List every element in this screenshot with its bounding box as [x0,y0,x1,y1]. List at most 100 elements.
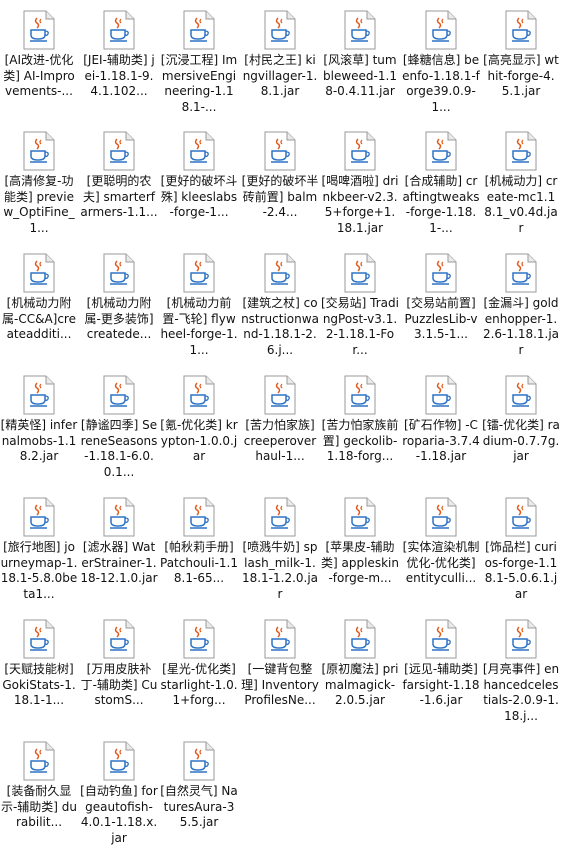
file-item[interactable]: [沉浸工程] ImmersiveEngineering-1.18.1-... [160,4,238,122]
file-item[interactable]: [喷溅牛奶] splash_milk-1.18.1-1.2.0.jar [241,491,319,609]
file-item[interactable]: [苦力怕家族前置] geckolib-1.18-forg... [321,369,399,487]
java-jar-file-icon [425,10,457,50]
file-name-label: [更好的破坏半砖前置] balm-2.4... [241,174,319,219]
file-item[interactable]: [喝啤酒啦] drinkbeer-v2.3.5+forge+1.18.1.jar [321,125,399,243]
java-jar-file-icon [183,131,215,171]
file-name-label: [万用皮肤补丁-辅助类] CustomS... [80,662,158,707]
java-jar-file-icon [23,619,55,659]
file-item[interactable]: [实体渲染机制优化-优化类] entityculli... [402,491,480,609]
file-item[interactable]: [交易站] TradingPost-v3.1.2-1.18.1-For... [321,247,399,365]
file-name-label: [合成辅助] craftingtweaks-forge-1.18.1-... [402,174,480,235]
file-name-label: [天赋技能树] GokiStats-1.18.1-1... [2,662,76,707]
file-name-label: [一键背包整理] InventoryProfilesNe... [241,662,319,707]
file-item[interactable]: [远见-辅助类] farsight-1.18-1.6.jar [402,613,480,731]
file-name-label: [村民之王] kingvillager-1.8.1.jar [242,53,318,98]
java-jar-file-icon [425,619,457,659]
file-item[interactable]: [滤水器] WaterStrainer-1.18-12.1.0.jar [80,491,158,609]
file-item[interactable]: [星光-优化类] starlight-1.0.1+forg... [160,613,238,731]
file-item[interactable]: [合成辅助] craftingtweaks-forge-1.18.1-... [402,125,480,243]
file-item[interactable]: [更好的破坏半砖前置] balm-2.4... [241,125,319,243]
file-name-label: [精英怪] infernalmobs-1.18.2.jar [0,418,78,463]
file-name-label: [苹果皮-辅助类] appleskin-forge-m... [321,540,399,585]
file-name-label: [机械动力前置-飞轮] flywheel-forge-1.1... [160,296,238,357]
java-jar-file-icon [505,497,537,537]
file-item[interactable]: [苦力怕家族] creeperoverhaul-1... [241,369,319,487]
file-name-label: [苦力怕家族前置] geckolib-1.18-forg... [321,418,399,463]
file-name-label: [喷溅牛奶] splash_milk-1.18.1-1.2.0.jar [241,540,319,601]
file-name-label: [喝啤酒啦] drinkbeer-v2.3.5+forge+1.18.1.jar [321,174,399,235]
java-jar-file-icon [23,10,55,50]
file-item[interactable]: [AI改进-优化类] AI-Improvements-... [0,4,78,122]
file-item[interactable]: [蜂糖信息] beenfo-1.18.1-forge39.0.9-1... [402,4,480,122]
java-jar-file-icon [103,253,135,293]
java-jar-file-icon [183,10,215,50]
file-item[interactable]: [帕秋莉手册] Patchouli-1.18.1-65... [160,491,238,609]
file-item[interactable]: [镭-优化类] radium-0.7.7g.jar [482,369,560,487]
java-jar-file-icon [425,497,457,537]
java-jar-file-icon [505,375,537,415]
java-jar-file-icon [344,131,376,171]
file-item[interactable]: [装备耐久显示-辅助类] durabilit... [0,735,78,853]
file-name-label: [沉浸工程] ImmersiveEngineering-1.18.1-... [160,53,238,114]
file-item[interactable]: [机械动力附属-更多装饰] createde... [80,247,158,365]
file-item[interactable]: [氪-优化类] krypton-1.0.0.jar [160,369,238,487]
file-name-label: [实体渲染机制优化-优化类] entityculli... [402,540,480,585]
file-name-label: [机械动力附属-CC&A]createadditi... [2,296,76,341]
file-item[interactable]: [高亮显示] wthit-forge-4.5.1.jar [482,4,560,122]
file-item[interactable]: [静谧四季] SereneSeasons-1.18.1-6.0.0.1... [80,369,158,487]
file-item[interactable]: [自动钓鱼] forgeautofish-4.0.1-1.18.x.jar [80,735,158,853]
file-name-label: [原初魔法] primalmagick-2.0.5.jar [321,662,399,707]
file-name-label: [矿石作物] -Croparia-3.7.4-1.18.jar [402,418,480,463]
java-jar-file-icon [183,741,215,781]
java-jar-file-icon [344,10,376,50]
file-name-label: [月亮事件] enhancedcelestials-2.0.9-1.18.j..… [482,662,560,723]
file-item[interactable]: [一键背包整理] InventoryProfilesNe... [241,613,319,731]
java-jar-file-icon [103,741,135,781]
java-jar-file-icon [23,497,55,537]
file-name-label: [高清修复-功能类] preview_OptiFine_1... [3,174,75,235]
file-item[interactable]: [机械动力附属-CC&A]createadditi... [0,247,78,365]
file-item[interactable]: [风滚草] tumbleweed-1.18-0.4.11.jar [321,4,399,122]
file-item[interactable]: [更好的破坏斗殊] kleeslabs-forge-1... [160,125,238,243]
file-item[interactable]: [JEI-辅助类] jei-1.18.1-9.4.1.102... [80,4,158,122]
java-jar-file-icon [183,619,215,659]
file-item[interactable]: [机械动力前置-飞轮] flywheel-forge-1.1... [160,247,238,365]
file-name-label: [氪-优化类] krypton-1.0.0.jar [160,418,238,463]
file-item[interactable]: [万用皮肤补丁-辅助类] CustomS... [80,613,158,731]
file-name-label: [自然灵气] NaturesAura-35.5.jar [160,784,238,829]
java-jar-file-icon [344,619,376,659]
file-item[interactable]: [村民之王] kingvillager-1.8.1.jar [241,4,319,122]
file-item[interactable]: [金漏斗] goldenhopper-1.2.6-1.18.1.jar [482,247,560,365]
file-item[interactable]: [更聪明的农夫] smarterfarmers-1.1... [80,125,158,243]
file-item[interactable]: [交易站前置] PuzzlesLib-v3.1.5-1... [402,247,480,365]
file-item[interactable]: [精英怪] infernalmobs-1.18.2.jar [0,369,78,487]
file-item[interactable]: [高清修复-功能类] preview_OptiFine_1... [0,125,78,243]
file-item[interactable]: [矿石作物] -Croparia-3.7.4-1.18.jar [402,369,480,487]
java-jar-file-icon [103,131,135,171]
file-item[interactable]: [自然灵气] NaturesAura-35.5.jar [160,735,238,853]
file-item[interactable]: [月亮事件] enhancedcelestials-2.0.9-1.18.j..… [482,613,560,731]
java-jar-file-icon [23,375,55,415]
file-item[interactable]: [天赋技能树] GokiStats-1.18.1-1... [0,613,78,731]
java-jar-file-icon [23,253,55,293]
java-jar-file-icon [344,497,376,537]
file-name-label: [更好的破坏斗殊] kleeslabs-forge-1... [160,174,238,219]
file-item[interactable]: [建筑之杖] constructionwand-1.18.1-2.6.j... [241,247,319,365]
java-jar-file-icon [183,375,215,415]
file-item[interactable]: [旅行地图] journeymap-1.18.1-5.8.0beta1... [0,491,78,609]
file-item[interactable]: [饰品栏] curios-forge-1.18.1-5.0.6.1.jar [482,491,560,609]
java-jar-file-icon [264,375,296,415]
java-jar-file-icon [505,10,537,50]
file-item[interactable]: [苹果皮-辅助类] appleskin-forge-m... [321,491,399,609]
java-jar-file-icon [103,497,135,537]
java-jar-file-icon [23,741,55,781]
file-item[interactable]: [原初魔法] primalmagick-2.0.5.jar [321,613,399,731]
file-item[interactable]: [机械动力] create-mc1.18.1_v0.4d.jar [482,125,560,243]
file-name-label: [装备耐久显示-辅助类] durabilit... [0,784,78,829]
java-jar-file-icon [344,253,376,293]
file-name-label: [JEI-辅助类] jei-1.18.1-9.4.1.102... [83,53,155,98]
java-jar-file-icon [264,619,296,659]
file-name-label: [旅行地图] journeymap-1.18.1-5.8.0beta1... [0,540,78,601]
file-name-label: [饰品栏] curios-forge-1.18.1-5.0.6.1.jar [484,540,558,601]
file-name-label: [金漏斗] goldenhopper-1.2.6-1.18.1.jar [482,296,560,357]
